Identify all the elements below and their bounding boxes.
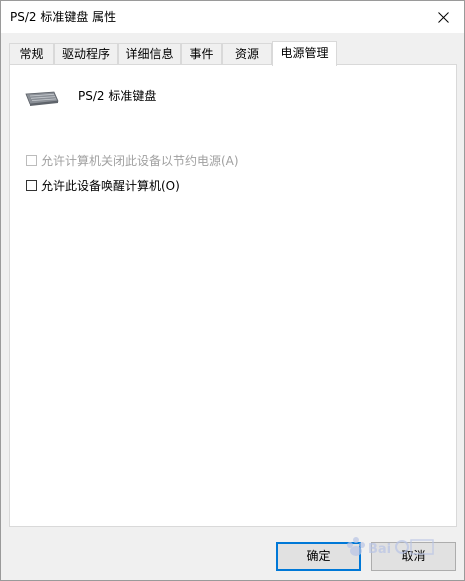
power-management-panel: PS/2 标准键盘 允许计算机关闭此设备以节约电源(A) 允许此设备唤醒计算机(…: [9, 64, 457, 527]
tab-general[interactable]: 常规: [9, 43, 54, 64]
tab-driver[interactable]: 驱动程序: [54, 43, 118, 64]
allow-wake-label[interactable]: 允许此设备唤醒计算机(O): [41, 177, 180, 194]
cancel-button[interactable]: 取消: [371, 542, 456, 571]
tab-details[interactable]: 详细信息: [118, 43, 181, 64]
ok-button[interactable]: 确定: [276, 542, 361, 571]
title-bar[interactable]: PS/2 标准键盘 属性: [1, 1, 464, 33]
close-icon: [437, 11, 449, 23]
tab-resources[interactable]: 资源: [222, 43, 272, 64]
properties-dialog: PS/2 标准键盘 属性 常规 驱动程序 详细信息 事件 资源 电源管理 PS/…: [0, 0, 465, 581]
allow-power-off-checkbox: [26, 154, 37, 166]
allow-power-off-option: 允许计算机关闭此设备以节约电源(A): [26, 152, 239, 168]
allow-wake-checkbox[interactable]: [26, 179, 37, 191]
tab-power-management[interactable]: 电源管理: [272, 41, 337, 66]
window-title: PS/2 标准键盘 属性: [10, 10, 117, 24]
tab-events[interactable]: 事件: [181, 43, 222, 64]
device-name: PS/2 标准键盘: [78, 89, 157, 103]
keyboard-icon: [25, 91, 59, 106]
allow-wake-option[interactable]: 允许此设备唤醒计算机(O): [26, 177, 180, 193]
allow-power-off-label: 允许计算机关闭此设备以节约电源(A): [41, 153, 239, 168]
close-button[interactable]: [428, 3, 458, 31]
tab-strip: 常规 驱动程序 详细信息 事件 资源 电源管理: [9, 41, 457, 66]
